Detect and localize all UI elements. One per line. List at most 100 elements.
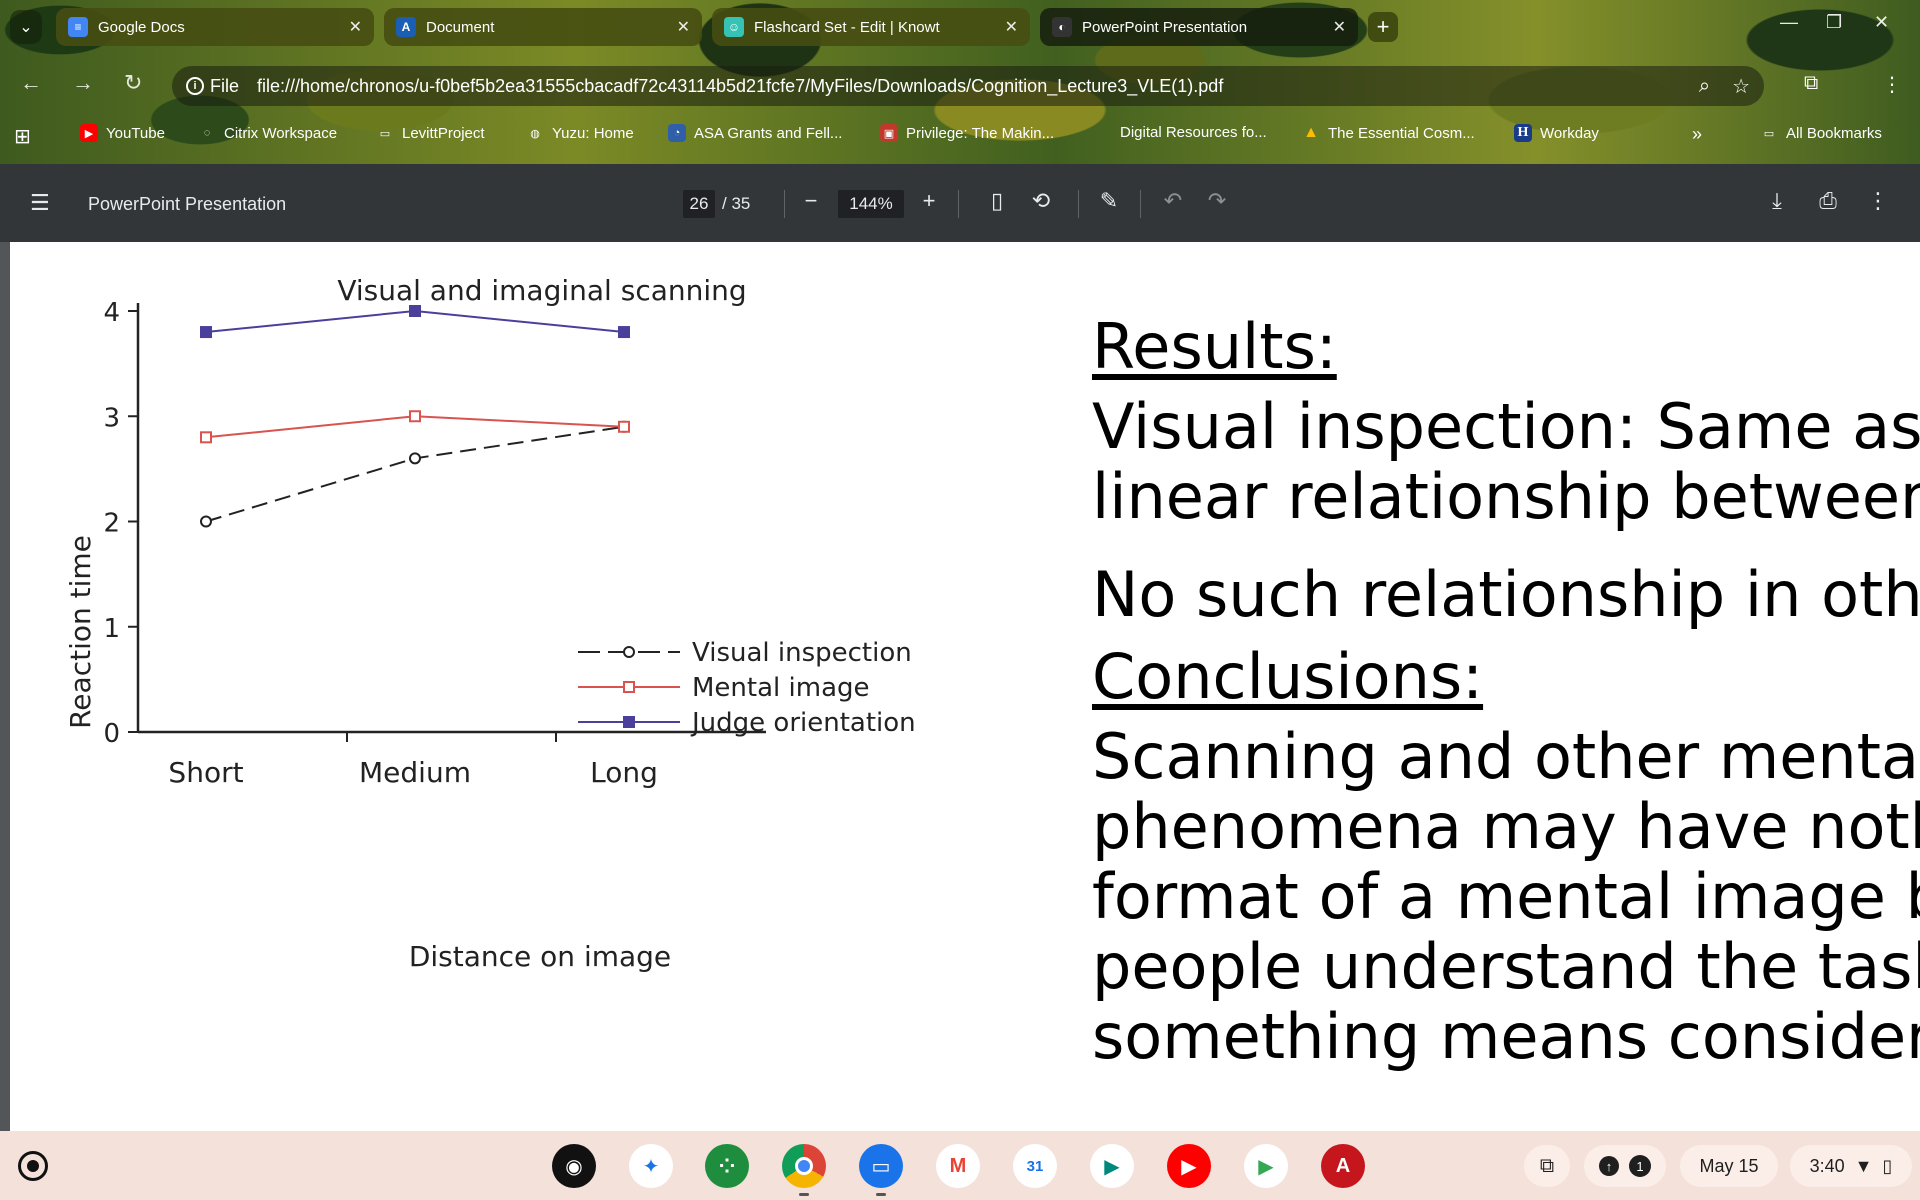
pdf-viewer-icon: ◐ (1052, 17, 1072, 37)
y-tick-label: 0 (103, 719, 120, 749)
bookmark-label: Digital Resources fo... (1120, 124, 1267, 141)
divider (1078, 190, 1079, 218)
new-tab-button[interactable]: + (1368, 12, 1398, 42)
y-tick-label: 4 (103, 298, 120, 328)
all-bookmarks-button[interactable]: ▭ All Bookmarks (1760, 124, 1882, 142)
close-icon[interactable]: ✕ (1333, 17, 1346, 37)
address-bar[interactable]: i File file:///home/chronos/u-f0bef5b2ea… (172, 66, 1764, 106)
x-axis-label: Distance on image (409, 940, 671, 973)
calendar-app-icon[interactable]: 31 (1013, 1144, 1057, 1188)
reload-icon[interactable]: ↻ (124, 70, 142, 96)
close-icon[interactable]: ✕ (1005, 17, 1018, 37)
globe-icon: ◍ (530, 127, 540, 140)
y-tick-label: 2 (103, 509, 120, 539)
zoom-icon[interactable]: ⌕ (1699, 75, 1710, 98)
extensions-icon[interactable]: ⧉ (1804, 72, 1818, 95)
window-close-icon[interactable]: ✕ (1874, 12, 1889, 33)
x-tick-label: Short (168, 756, 243, 789)
bookmark-yuzu[interactable]: ◍ Yuzu: Home (526, 124, 634, 142)
site-info-chip[interactable]: i File (186, 76, 249, 97)
bookmark-workday[interactable]: H Workday (1514, 124, 1599, 142)
pdf-viewer[interactable]: Visual and imaginal scanning 0 1 2 3 4 Short M… (0, 242, 1920, 1131)
legend-label: Mental image (692, 673, 870, 703)
rotate-icon[interactable]: ⟲ (1026, 188, 1056, 214)
y-tick-label: 1 (103, 614, 120, 644)
restore-icon[interactable]: ❐ (1826, 12, 1842, 33)
bookmark-star-icon[interactable]: ☆ (1732, 74, 1750, 99)
pdf-page: Visual and imaginal scanning 0 1 2 3 4 Short M… (10, 242, 1920, 1131)
divider (784, 190, 785, 218)
print-icon[interactable]: ⎙ (1813, 188, 1843, 214)
bookmark-digital-resources[interactable]: Digital Resources fo... (1120, 124, 1267, 141)
divider (958, 190, 959, 218)
notification-tray[interactable]: ↑ 1 (1584, 1145, 1666, 1187)
files-app-icon[interactable]: ▭ (859, 1144, 903, 1188)
results-line: linear relationship between (1092, 460, 1920, 533)
zoom-level-input[interactable]: 144% (838, 190, 904, 218)
tab-document[interactable]: A Document ✕ (384, 8, 702, 46)
apps-grid-app-icon[interactable]: ⁘ (705, 1144, 749, 1188)
bookmark-youtube[interactable]: ▶ YouTube (80, 124, 165, 142)
close-icon[interactable]: ✕ (349, 17, 362, 37)
folder-icon: ▭ (379, 127, 391, 140)
pdf-toolbar: ☰ PowerPoint Presentation 26 / 35 − 144%… (0, 164, 1920, 242)
bookmark-essential-cosm[interactable]: ▲ The Essential Cosm... (1302, 124, 1475, 142)
bookmark-citrix[interactable]: ◌ Citrix Workspace (198, 124, 337, 142)
chart-axes: 0 1 2 3 4 Short Medium Long (103, 298, 766, 789)
bookmark-label: The Essential Cosm... (1328, 124, 1475, 142)
conclusion-line: phenomena may have nothi (1092, 790, 1920, 863)
redo-icon[interactable]: ↷ (1202, 188, 1232, 214)
url-text[interactable]: file:///home/chronos/u-f0bef5b2ea31555cb… (257, 76, 1677, 97)
close-icon[interactable]: ✕ (677, 17, 690, 37)
notification-count-badge: 1 (1629, 1155, 1651, 1177)
running-indicator (799, 1193, 809, 1196)
more-options-icon[interactable]: ⋮ (1882, 72, 1902, 97)
gemini-app-icon[interactable]: ✦ (629, 1144, 673, 1188)
youtube-app-icon[interactable]: ▶ (1167, 1144, 1211, 1188)
apps-grid-icon[interactable]: ⊞ (14, 124, 31, 149)
bookmark-label: Yuzu: Home (552, 124, 634, 142)
download-icon[interactable]: ⤓ (1762, 188, 1792, 214)
status-area[interactable]: 3:40 ▼ ▯ (1790, 1145, 1912, 1187)
series-line (205, 425, 625, 523)
bookmark-asa[interactable]: ◔ ASA Grants and Fell... (668, 124, 842, 142)
conclusion-line: something means consideri (1092, 1000, 1920, 1073)
tab-google-docs[interactable]: ≡ Google Docs ✕ (56, 8, 374, 46)
acrobat-app-icon[interactable]: A (1321, 1144, 1365, 1188)
undo-icon[interactable]: ↶ (1158, 188, 1188, 214)
tab-knowt[interactable]: ☺ Flashcard Set - Edit | Knowt ✕ (712, 8, 1030, 46)
data-point (409, 452, 421, 465)
tab-powerpoint-presentation[interactable]: ◐ PowerPoint Presentation ✕ (1040, 8, 1358, 46)
more-actions-icon[interactable]: ⋮ (1863, 188, 1893, 214)
play-store-app-icon[interactable]: ▶ (1244, 1144, 1288, 1188)
launcher-icon[interactable] (18, 1151, 48, 1181)
bookmark-privilege[interactable]: ▣ Privilege: The Makin... (880, 124, 1054, 142)
tab-search-chevron-icon[interactable]: ⌄ (10, 10, 42, 44)
back-icon[interactable]: ← (20, 70, 42, 96)
upload-status-icon: ↑ (1599, 1156, 1619, 1176)
zoom-out-icon[interactable]: − (796, 188, 826, 214)
bookmark-levittproject[interactable]: ▭ LevittProject (376, 124, 485, 142)
minimize-icon[interactable]: — (1780, 12, 1798, 33)
meet-app-icon[interactable]: ▶ (1090, 1144, 1134, 1188)
zoom-in-icon[interactable]: + (914, 188, 944, 214)
holding-space-icon[interactable]: ⧉ (1524, 1145, 1570, 1187)
data-point (618, 420, 630, 433)
fit-to-page-icon[interactable]: ▯ (982, 188, 1012, 214)
forward-icon[interactable]: → (72, 70, 94, 96)
hamburger-menu-icon[interactable]: ☰ (30, 190, 50, 216)
tab-title: Google Docs (98, 18, 185, 36)
browser-chrome: ⌄ ≡ Google Docs ✕ A Document ✕ ☺ Flashca… (0, 0, 1920, 164)
reaction-time-chart: Visual and imaginal scanning 0 1 2 3 4 Short M… (64, 274, 916, 973)
chart-legend: Visual inspection Mental image Judge orien… (578, 638, 916, 738)
podcasts-app-icon[interactable]: ◉ (552, 1144, 596, 1188)
bookmark-label: Citrix Workspace (224, 124, 338, 142)
annotate-pen-icon[interactable]: ✎ (1094, 188, 1124, 214)
gmail-app-icon[interactable]: M (936, 1144, 980, 1188)
page-number-input[interactable]: 26 (683, 190, 715, 218)
chrome-app-icon[interactable] (782, 1144, 826, 1188)
conclusion-line: people understand the task (1092, 930, 1920, 1003)
more-bookmarks-icon[interactable]: » (1692, 124, 1702, 145)
x-tick-label: Long (590, 756, 658, 789)
date-tray[interactable]: May 15 (1680, 1145, 1778, 1187)
